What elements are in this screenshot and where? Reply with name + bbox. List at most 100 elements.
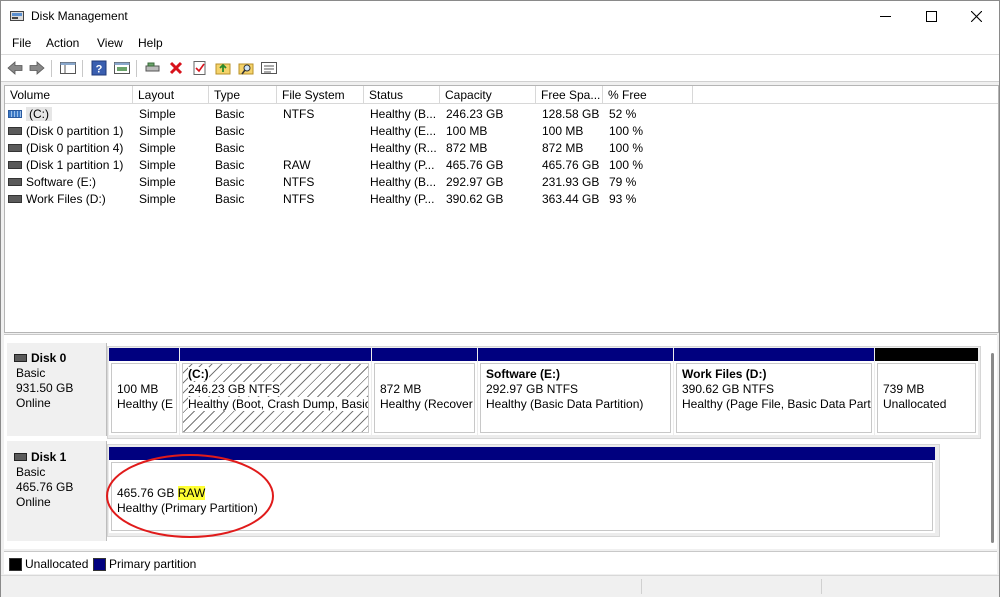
partition-size: 390.62 GB NTFS: [682, 382, 775, 396]
column-header-free-space[interactable]: Free Spa...: [536, 86, 603, 104]
volume-name-cell[interactable]: (Disk 0 partition 4): [8, 141, 123, 158]
primary-partition-bar: [109, 348, 179, 361]
table-cell-free: 872 MB: [542, 141, 584, 155]
menu-view[interactable]: View: [97, 36, 123, 50]
status-segment: [641, 579, 642, 594]
graphical-view-scrollbar[interactable]: [988, 353, 997, 543]
volume-icon: [8, 126, 22, 135]
volume-icon: [8, 143, 22, 152]
back-icon[interactable]: [6, 59, 24, 77]
primary-partition-bar: [109, 447, 935, 460]
partition-label: (C:): [188, 367, 209, 381]
column-header-volume[interactable]: Volume: [5, 86, 133, 104]
raw-filesystem-highlight: RAW: [177, 486, 206, 500]
disk-icon: [14, 353, 27, 362]
toolbar: ?: [1, 55, 999, 82]
forward-icon[interactable]: [28, 59, 46, 77]
column-header-type[interactable]: Type: [209, 86, 277, 104]
partition-disk0-2[interactable]: (C:) 246.23 GB NTFS Healthy (Boot, Crash D…: [180, 348, 371, 435]
disk-management-window: Disk Management File Action View Help ?: [0, 0, 1000, 597]
title-bar: Disk Management: [1, 1, 999, 32]
details-icon[interactable]: [260, 59, 278, 77]
table-cell-fs: NTFS: [283, 107, 315, 121]
disk-status: Online: [16, 495, 51, 509]
table-cell-type: Basic: [215, 175, 245, 189]
table-cell-pct: 52 %: [609, 107, 637, 121]
table-cell-layout: Simple: [139, 107, 176, 121]
table-cell-pct: 100 %: [609, 141, 644, 155]
table-cell-free: 128.58 GB: [542, 107, 600, 121]
column-header-capacity[interactable]: Capacity: [440, 86, 536, 104]
legend-swatch-unallocated: [9, 558, 22, 571]
table-cell-capacity: 465.76 GB: [446, 158, 504, 172]
search-folder-icon[interactable]: [237, 59, 255, 77]
close-button[interactable]: [953, 1, 999, 32]
volume-name-cell[interactable]: Work Files (D:): [8, 192, 106, 209]
up-folder-icon[interactable]: [214, 59, 232, 77]
disk-name: Disk 1: [31, 450, 67, 464]
minimize-button[interactable]: [862, 1, 908, 32]
properties-view-icon[interactable]: [113, 59, 131, 77]
menu-file[interactable]: File: [12, 36, 31, 50]
column-header-file-system[interactable]: File System: [277, 86, 364, 104]
column-header-status[interactable]: Status: [364, 86, 440, 104]
help-icon[interactable]: ?: [90, 59, 108, 77]
volume-name-cell[interactable]: Software (E:): [8, 175, 96, 192]
primary-partition-bar: [180, 348, 371, 361]
disk-0-label[interactable]: Disk 0 Basic 931.50 GB Online: [7, 343, 107, 436]
partition-disk1-raw[interactable]: 465.76 GB RAW Healthy (Primary Partition…: [109, 447, 935, 533]
maximize-button[interactable]: [908, 1, 954, 32]
scrollbar-thumb[interactable]: [991, 353, 994, 543]
column-header-layout[interactable]: Layout: [133, 86, 209, 104]
disk-size: 465.76 GB: [16, 480, 74, 494]
partition-disk0-1[interactable]: 100 MB Healthy (E: [109, 348, 179, 435]
table-cell-layout: Simple: [139, 175, 176, 189]
partition-status: Healthy (Page File, Basic Data Partit: [682, 397, 872, 411]
disk-status: Online: [16, 396, 51, 410]
unallocated-bar: [875, 348, 978, 361]
partition-size: 246.23 GB NTFS: [188, 382, 281, 396]
partition-disk0-4[interactable]: Software (E:) 292.97 GB NTFS Healthy (Basi…: [478, 348, 673, 435]
volume-name-cell[interactable]: (Disk 1 partition 1): [8, 158, 123, 175]
partition-status: Healthy (Boot, Crash Dump, Basic: [188, 397, 369, 411]
table-cell-pct: 93 %: [609, 192, 637, 206]
disk-type: Basic: [16, 465, 46, 479]
disk-1-label[interactable]: Disk 1 Basic 465.76 GB Online: [7, 441, 107, 541]
window-title: Disk Management: [31, 9, 128, 23]
primary-partition-bar: [372, 348, 477, 361]
table-cell-type: Basic: [215, 107, 245, 121]
partition-disk0-5[interactable]: Work Files (D:) 390.62 GB NTFS Healthy (Pa…: [674, 348, 874, 435]
legend-swatch-primary: [93, 558, 106, 571]
partition-status: Healthy (Primary Partition): [117, 501, 258, 515]
partition-status: Healthy (Recover: [380, 397, 473, 411]
delete-icon[interactable]: [167, 59, 185, 77]
console-tree-icon[interactable]: [59, 59, 77, 77]
table-cell-capacity: 246.23 GB: [446, 107, 504, 121]
column-header-percent-free[interactable]: % Free: [603, 86, 693, 104]
table-cell-status: Healthy (P...: [370, 158, 435, 172]
disk-management-app-icon: [10, 10, 24, 22]
primary-partition-bar: [478, 348, 673, 361]
table-cell-layout: Simple: [139, 158, 176, 172]
partition-size: 872 MB: [380, 382, 422, 396]
partition-disk0-3[interactable]: 872 MB Healthy (Recover: [372, 348, 477, 435]
menu-action[interactable]: Action: [46, 36, 79, 50]
toolbar-separator: [51, 60, 52, 77]
volume-name-cell[interactable]: (C:): [8, 107, 52, 124]
check-icon[interactable]: [191, 59, 209, 77]
menu-help[interactable]: Help: [138, 36, 163, 50]
table-cell-free: 231.93 GB: [542, 175, 600, 189]
volume-name-cell[interactable]: (Disk 0 partition 1): [8, 124, 123, 141]
connect-icon[interactable]: [144, 59, 162, 77]
status-bar: [1, 575, 999, 597]
table-cell-status: Healthy (R...: [370, 141, 437, 155]
legend: Unallocated Primary partition: [4, 551, 997, 574]
table-cell-fs: NTFS: [283, 175, 315, 189]
partition-disk0-6[interactable]: 739 MB Unallocated: [875, 348, 978, 435]
volume-icon: [8, 160, 22, 169]
table-cell-free: 100 MB: [542, 124, 584, 138]
table-cell-status: Healthy (E...: [370, 124, 437, 138]
maximize-icon: [925, 11, 937, 22]
legend-label-primary: Primary partition: [109, 557, 197, 571]
table-cell-type: Basic: [215, 124, 245, 138]
